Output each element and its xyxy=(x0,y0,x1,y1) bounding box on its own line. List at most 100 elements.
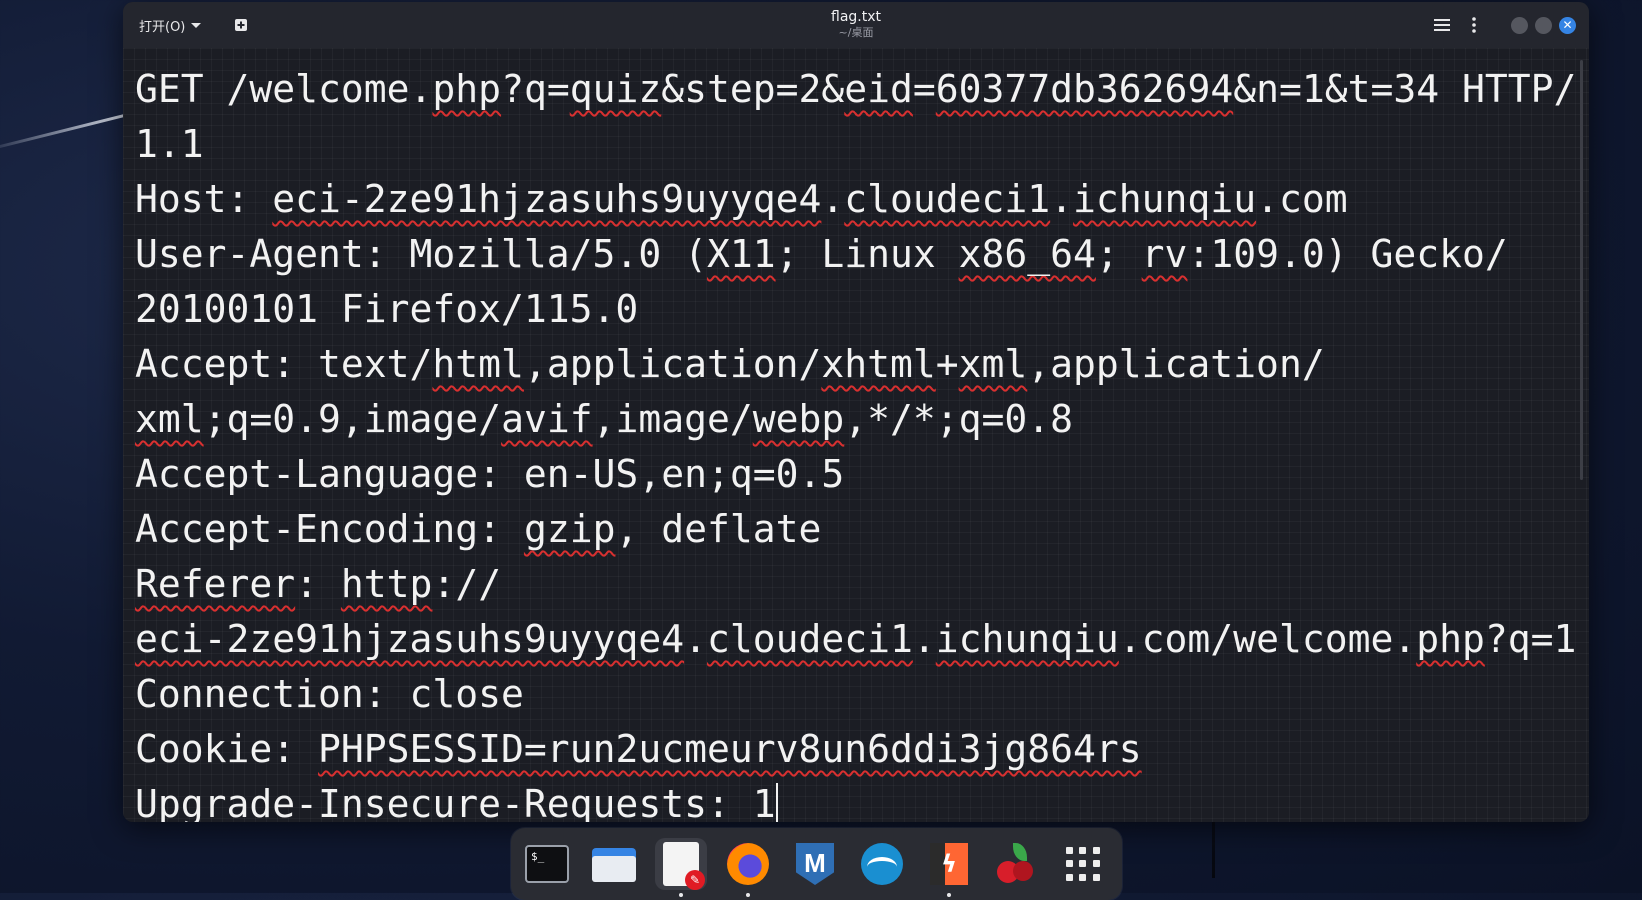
misspelled-word: Referer xyxy=(135,562,296,606)
window-title: flag.txt ~/桌面 xyxy=(123,9,1589,40)
terminal-prompt: $_ xyxy=(531,850,545,863)
misspelled-word: eci-2ze91hjzasuhs9uyyqe4 xyxy=(272,177,822,221)
document-title: flag.txt xyxy=(831,9,881,25)
text-segment: , deflate xyxy=(615,507,822,551)
misspelled-word: eci-2ze91hjzasuhs9uyyqe4 xyxy=(135,617,685,661)
misspelled-word: cloudeci1 xyxy=(844,177,1051,221)
dock: $_ ✎ M ϟ xyxy=(511,828,1122,900)
burpsuite-icon: ϟ xyxy=(930,843,968,885)
text-line: Connection: close xyxy=(135,667,1575,722)
text-line: Accept-Language: en-US,en;q=0.5 xyxy=(135,447,1575,502)
text-segment: :// xyxy=(432,562,502,606)
list-menu-icon xyxy=(1434,19,1450,31)
app-grid-icon xyxy=(1066,847,1100,881)
minimize-button[interactable] xyxy=(1511,17,1528,34)
text-segment: Accept: text/ xyxy=(135,342,433,386)
text-segment: User-Agent: Mozilla/5.0 ( xyxy=(135,232,707,276)
pencil-icon: ✎ xyxy=(685,870,705,890)
text-segment: .com/welcome. xyxy=(1118,617,1417,661)
text-segment: + xyxy=(935,342,959,386)
text-segment: ;q=0.9,image/ xyxy=(203,397,502,441)
text-editor-icon: ✎ xyxy=(663,842,705,890)
document-path: ~/桌面 xyxy=(838,26,874,39)
close-button[interactable]: ✕ xyxy=(1559,17,1576,34)
kebab-menu-icon xyxy=(1472,17,1476,33)
misspelled-word: php xyxy=(432,67,502,111)
misspelled-word: webp xyxy=(752,397,845,441)
wallpaper-shadow xyxy=(1212,818,1215,878)
misspelled-word: x86_64 xyxy=(958,232,1096,276)
text-segment: . xyxy=(912,617,936,661)
misspelled-word: html xyxy=(432,342,524,386)
text-cursor xyxy=(775,783,778,822)
text-line: Accept: text/html,application/xhtml+xml,… xyxy=(135,337,1575,392)
text-segment: . xyxy=(821,177,845,221)
misspelled-word: xhtml xyxy=(821,342,936,386)
text-line: xml;q=0.9,image/avif,image/webp,*/*;q=0.… xyxy=(135,392,1575,447)
running-indicator xyxy=(947,893,951,897)
text-segment: .com xyxy=(1256,177,1348,221)
dock-text-editor[interactable]: ✎ xyxy=(655,838,707,897)
misspelled-word: 60377db362694 xyxy=(935,67,1234,111)
misspelled-word: rv xyxy=(1141,232,1188,276)
misspelled-word: cloudeci1 xyxy=(706,617,913,661)
files-icon xyxy=(592,846,636,882)
dock-files[interactable] xyxy=(588,838,640,890)
text-segment: Cookie: xyxy=(135,727,319,771)
misspelled-word: avif xyxy=(501,397,593,441)
text-segment: . xyxy=(1050,177,1074,221)
misspelled-word: xml xyxy=(135,397,204,441)
text-segment: 1.1 xyxy=(135,122,204,166)
dock-cherrytree[interactable] xyxy=(990,838,1042,890)
running-indicator xyxy=(679,893,683,897)
text-segment: :109.0) Gecko/ xyxy=(1187,232,1508,276)
text-line: GET /welcome.php?q=quiz&step=2&eid=60377… xyxy=(135,62,1577,117)
misspelled-word: ichunqiu xyxy=(1073,177,1257,221)
text-segment: ; xyxy=(1095,232,1142,276)
dock-wireshark[interactable] xyxy=(856,838,908,890)
title-bar: 打开(O) flag.txt ~/桌面 ✕ xyxy=(123,2,1589,48)
text-segment: ; Linux xyxy=(775,232,959,276)
text-segment: GET /welcome. xyxy=(135,67,433,111)
dock-burpsuite[interactable]: ϟ xyxy=(923,838,975,897)
text-segment: ?q=1 xyxy=(1484,617,1577,661)
dock-metasploit[interactable]: M xyxy=(789,838,841,890)
misspelled-word: quiz xyxy=(569,67,662,111)
text-segment: ,image/ xyxy=(592,397,753,441)
text-segment: ,*/*;q=0.8 xyxy=(844,397,1074,441)
cherrytree-icon xyxy=(995,843,1037,885)
vertical-scrollbar[interactable] xyxy=(1580,60,1583,480)
dock-app-grid[interactable] xyxy=(1057,838,1109,890)
text-line: Upgrade-Insecure-Requests: 1 xyxy=(135,777,1575,822)
misspelled-word: ichunqiu xyxy=(935,617,1119,661)
text-segment: : xyxy=(295,562,341,606)
text-content: GET /welcome.php?q=quiz&step=2&eid=60377… xyxy=(135,62,1577,822)
document-menu-button[interactable] xyxy=(1432,15,1452,35)
text-segment: = xyxy=(912,67,936,111)
main-menu-button[interactable] xyxy=(1464,15,1484,35)
misspelled-word: http xyxy=(340,562,433,606)
text-line: 1.1 xyxy=(135,117,1575,172)
text-segment: &n=1&t=34 HTTP/ xyxy=(1233,67,1577,111)
text-segment: &step=2& xyxy=(661,67,845,111)
text-area[interactable]: GET /welcome.php?q=quiz&step=2&eid=60377… xyxy=(123,48,1589,822)
text-segment: Connection: close xyxy=(135,672,524,716)
text-segment: . xyxy=(684,617,707,661)
text-line: eci-2ze91hjzasuhs9uyyqe4.cloudeci1.ichun… xyxy=(135,612,1577,667)
dock-terminal[interactable]: $_ xyxy=(521,838,573,890)
text-segment: ,application/ xyxy=(1027,342,1325,386)
text-segment: Accept-Language: en-US,en;q=0.5 xyxy=(135,452,845,496)
text-line: User-Agent: Mozilla/5.0 (X11; Linux x86_… xyxy=(135,227,1575,282)
maximize-button[interactable] xyxy=(1535,17,1552,34)
firefox-icon xyxy=(727,843,769,885)
misspelled-word: php xyxy=(1416,617,1485,661)
text-line: Accept-Encoding: gzip, deflate xyxy=(135,502,1575,557)
misspelled-word: eid xyxy=(844,67,913,111)
text-line: Host: eci-2ze91hjzasuhs9uyyqe4.cloudeci1… xyxy=(135,172,1575,227)
misspelled-word: xml xyxy=(958,342,1028,386)
text-editor-window: 打开(O) flag.txt ~/桌面 ✕ GET /welcome.php?q… xyxy=(123,2,1589,822)
dock-firefox[interactable] xyxy=(722,838,774,897)
text-segment: 20100101 Firefox/115.0 xyxy=(135,287,639,331)
text-line: Referer: http:// xyxy=(135,557,1575,612)
text-segment: Accept-Encoding: xyxy=(135,507,524,551)
